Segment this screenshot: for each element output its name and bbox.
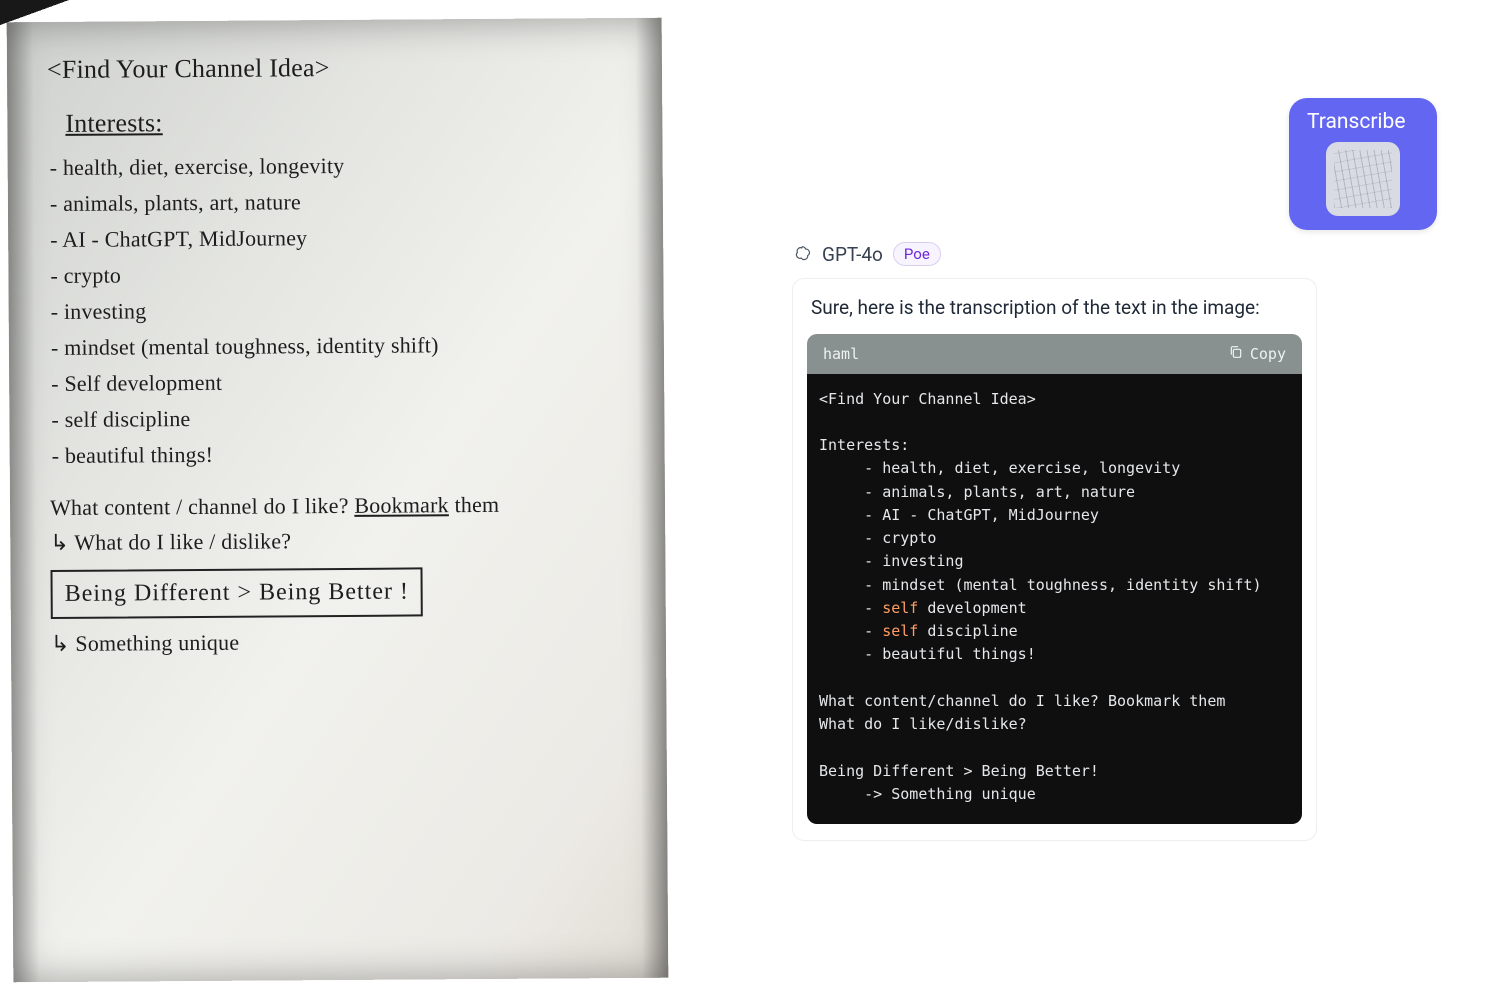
hand-question-2: What do I like / dislike? xyxy=(50,521,637,559)
user-message-bubble[interactable]: Transcribe xyxy=(1289,98,1437,230)
hand-interests-list: health, diet, exercise, longevityanimals… xyxy=(50,147,637,474)
hand-interest-item: animals, plants, art, nature xyxy=(50,183,635,221)
hand-interest-item: health, diet, exercise, longevity xyxy=(50,147,635,185)
openai-icon xyxy=(792,244,812,264)
handwritten-note-photo: <Find Your Channel Idea> Interests: heal… xyxy=(0,0,680,1008)
hand-interest-item: mindset (mental toughness, identity shif… xyxy=(51,327,636,365)
hand-interest-item: AI - ChatGPT, MidJourney xyxy=(50,219,635,257)
hand-section-interests: Interests: xyxy=(65,100,634,144)
hand-question-1: What content / channel do I like? Bookma… xyxy=(50,487,637,525)
code-block-content[interactable]: <Find Your Channel Idea> Interests: - he… xyxy=(807,374,1302,825)
chat-panel: Transcribe GPT-4o Poe Sure, here is the … xyxy=(680,0,1497,1008)
assistant-message: Sure, here is the transcription of the t… xyxy=(792,278,1317,841)
hand-unique: Something unique xyxy=(51,623,638,661)
hand-interest-item: crypto xyxy=(50,255,635,293)
model-header: GPT-4o Poe xyxy=(792,242,941,266)
hand-interest-item: self discipline xyxy=(51,399,636,437)
user-message-text: Transcribe xyxy=(1307,110,1405,134)
copy-icon xyxy=(1228,344,1244,364)
code-block: haml Copy <Find Your Channel Idea> Inter… xyxy=(807,334,1302,825)
paper-sheet: <Find Your Channel Idea> Interests: heal… xyxy=(7,18,669,983)
hand-title: <Find Your Channel Idea> xyxy=(47,46,634,90)
copy-label: Copy xyxy=(1250,345,1286,363)
hand-boxed-statement: Being Different > Being Better ! xyxy=(50,567,423,619)
code-block-language: haml xyxy=(823,345,859,363)
copy-button[interactable]: Copy xyxy=(1228,344,1286,364)
model-name: GPT-4o xyxy=(822,243,883,266)
assistant-intro-text: Sure, here is the transcription of the t… xyxy=(793,293,1316,334)
hand-interest-item: Self development xyxy=(51,363,636,401)
hand-interest-item: beautiful things! xyxy=(52,435,637,473)
platform-chip[interactable]: Poe xyxy=(893,242,941,266)
code-block-header: haml Copy xyxy=(807,334,1302,374)
hand-interest-item: investing xyxy=(51,291,636,329)
attachment-thumbnail[interactable] xyxy=(1326,142,1400,216)
